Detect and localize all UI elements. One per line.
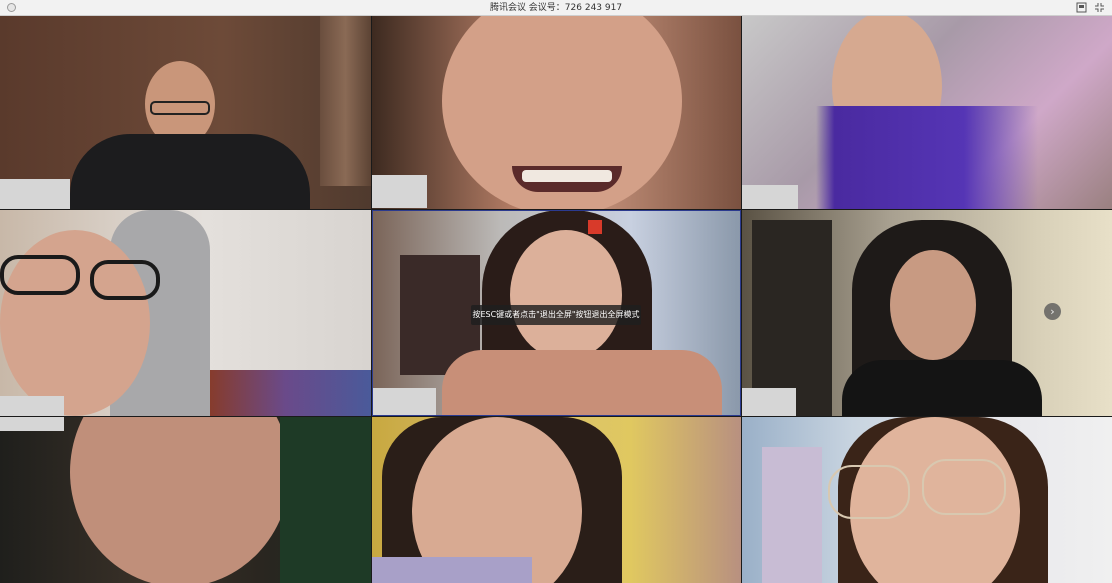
chevron-right-icon: › [1050, 305, 1055, 318]
participant-name-label [0, 179, 70, 209]
video-tile-8[interactable] [372, 417, 741, 583]
participant-name-label [0, 417, 64, 431]
participant-name-label [742, 388, 796, 416]
participant-name-label [372, 175, 427, 208]
title-bar: 腾讯会议 会议号：726 243 917 [0, 0, 1112, 16]
pin-icon[interactable] [1076, 2, 1087, 13]
video-tile-1[interactable] [0, 16, 371, 209]
next-page-button[interactable]: › [1044, 303, 1061, 320]
video-grid [0, 16, 1112, 583]
exit-fullscreen-icon[interactable] [1094, 2, 1105, 13]
video-tile-3[interactable] [742, 16, 1112, 209]
participant-name-label [0, 396, 64, 416]
video-tile-9[interactable] [742, 417, 1112, 583]
video-tile-2[interactable] [372, 16, 741, 209]
video-tile-7[interactable] [0, 417, 371, 583]
fullscreen-hint-tooltip: 按ESC键或者点击"退出全屏"按钮退出全屏模式 [471, 305, 641, 325]
participant-name-label [742, 185, 798, 209]
video-tile-4[interactable] [0, 210, 371, 416]
window-title: 腾讯会议 会议号：726 243 917 [489, 3, 623, 13]
